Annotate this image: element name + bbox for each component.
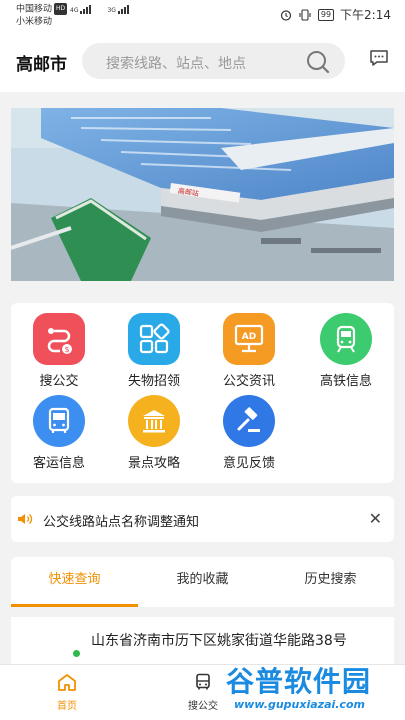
tab-favorites[interactable]: 我的收藏 (139, 557, 266, 607)
search-input[interactable]: 搜索线路、站点、地点 (106, 53, 246, 73)
temple-icon (128, 395, 180, 447)
train-icon (320, 313, 372, 365)
service-grid: $ 搜公交 失物招领 AD 公交资讯 高铁信息 客运信息 景点攻略 意见反馈 (11, 303, 394, 483)
bus-icon (196, 673, 210, 690)
nav-label: 首页 (57, 701, 77, 712)
alarm-icon (280, 9, 291, 21)
tab-label: 快速查询 (48, 572, 101, 587)
signal-2-icon: 3G (107, 4, 129, 14)
service-label: 高铁信息 (319, 374, 372, 389)
service-label: 搜公交 (39, 374, 79, 389)
notice-banner[interactable]: 公交线路站点名称调整通知 ✕ (11, 496, 394, 542)
notice-text[interactable]: 公交线路站点名称调整通知 (43, 511, 199, 530)
home-icon (58, 674, 76, 691)
tab-label: 我的收藏 (176, 572, 229, 587)
query-tabs: 快速查询 我的收藏 历史搜索 (11, 557, 394, 607)
header: 高邮市 搜索线路、站点、地点 (0, 30, 405, 92)
net-2-label: 3G (107, 7, 116, 14)
city-selector[interactable]: 高邮市 (16, 50, 67, 75)
svg-text:AD: AD (242, 332, 256, 342)
message-icon[interactable] (369, 49, 389, 67)
service-lost-found[interactable]: 失物招领 (114, 313, 194, 389)
signal-1-icon: 4G (70, 4, 92, 14)
location-dot-icon (73, 650, 80, 657)
nav-search-bus[interactable]: 搜公交 (168, 673, 238, 712)
service-label: 公交资讯 (222, 374, 275, 389)
tab-quick-query[interactable]: 快速查询 (11, 557, 138, 607)
coach-bus-icon (33, 395, 85, 447)
service-label: 失物招领 (127, 374, 180, 389)
service-attractions[interactable]: 景点攻略 (114, 395, 194, 471)
nav-label: 搜公交 (188, 701, 218, 712)
speaker-icon (18, 514, 33, 524)
battery-indicator: 99 (317, 8, 335, 21)
network-indicators: 4G 3G (70, 4, 129, 14)
carrier-info: 中国移动 HD 小米移动 (16, 3, 68, 28)
service-bus-news[interactable]: AD 公交资讯 (209, 313, 289, 389)
gavel-icon (223, 395, 275, 447)
bus-route-icon: $ (33, 313, 85, 365)
hd-badge: HD (54, 3, 68, 15)
ad-board-icon: AD (223, 313, 275, 365)
service-feedback[interactable]: 意见反馈 (209, 395, 289, 471)
status-right: 99 下午2:14 (280, 6, 391, 23)
tab-label: 历史搜索 (304, 572, 357, 587)
close-icon[interactable]: ✕ (369, 509, 382, 528)
clock: 下午2:14 (340, 8, 391, 22)
nav-home[interactable]: 首页 (32, 673, 102, 712)
banner-carousel[interactable]: 高邮站 (11, 108, 394, 281)
status-bar: 中国移动 HD 小米移动 4G 3G 99 下午2:14 (0, 0, 405, 30)
carrier-2: 小米移动 (16, 16, 53, 27)
bottom-nav: 首页 搜公交 (0, 664, 405, 720)
station-photo: 高邮站 (11, 108, 394, 281)
service-high-speed-rail[interactable]: 高铁信息 (306, 313, 386, 389)
vibrate-icon (299, 8, 311, 21)
search-bar[interactable]: 搜索线路、站点、地点 (82, 43, 345, 79)
tab-active-indicator (11, 604, 138, 607)
location-address: 山东省济南市历下区姚家街道华能路38号 (91, 633, 347, 649)
carrier-1: 中国移动 (16, 4, 53, 15)
net-1-label: 4G (70, 7, 79, 14)
service-label: 意见反馈 (222, 456, 275, 471)
service-label: 客运信息 (32, 456, 85, 471)
search-icon[interactable] (305, 49, 331, 75)
svg-text:$: $ (64, 345, 69, 354)
tab-history[interactable]: 历史搜索 (267, 557, 394, 607)
service-search-bus[interactable]: $ 搜公交 (19, 313, 99, 389)
service-coach-info[interactable]: 客运信息 (19, 395, 99, 471)
lost-found-icon (128, 313, 180, 365)
service-label: 景点攻略 (127, 456, 180, 471)
